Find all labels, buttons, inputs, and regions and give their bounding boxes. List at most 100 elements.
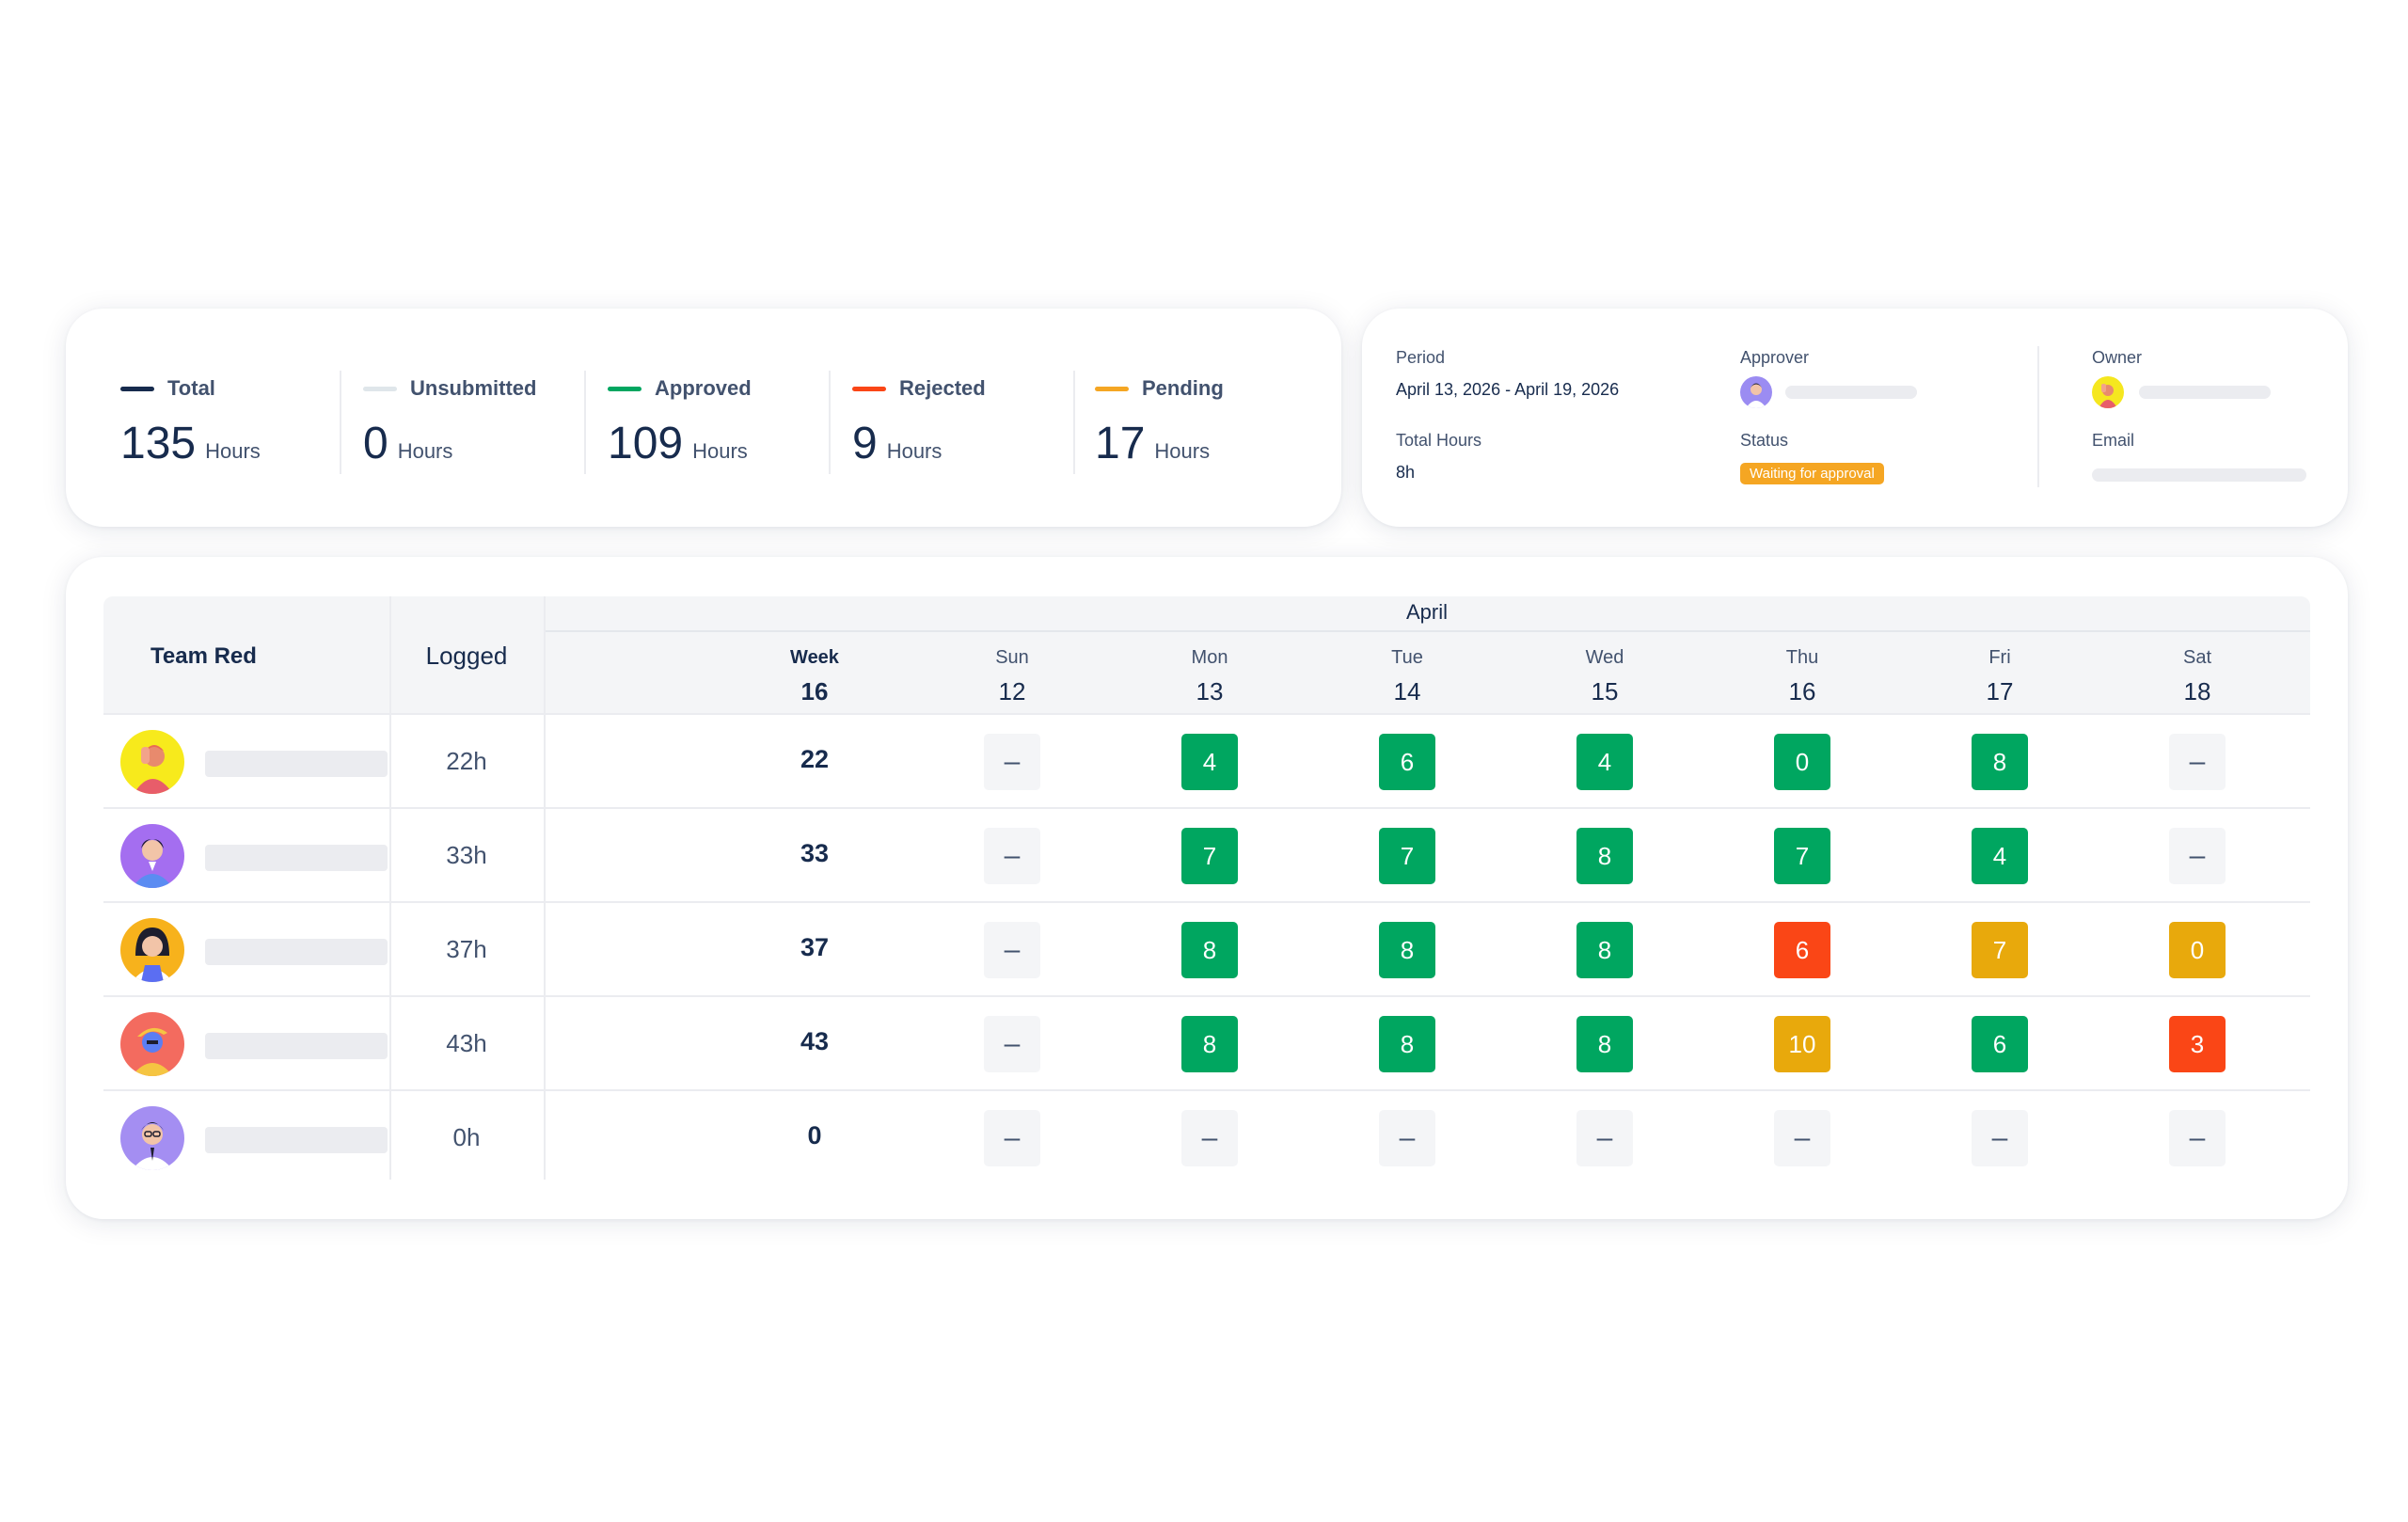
- day-num-sun: 12: [998, 677, 1026, 706]
- user-avatar[interactable]: [120, 918, 184, 982]
- owner-avatar[interactable]: [2092, 376, 2124, 408]
- day-cell-thu[interactable]: 10: [1774, 1016, 1830, 1072]
- stat-rejected-value: 9: [852, 419, 878, 468]
- day-cell-fri[interactable]: 6: [1972, 1016, 2028, 1072]
- day-cell-mon[interactable]: 4: [1181, 734, 1238, 790]
- stat-approved-unit: Hours: [692, 439, 748, 463]
- day-cell-tue[interactable]: 8: [1379, 1016, 1435, 1072]
- day-cell-wed[interactable]: 8: [1576, 922, 1633, 978]
- day-cell-mon[interactable]: 8: [1181, 1016, 1238, 1072]
- detail-divider: [2037, 346, 2039, 487]
- day-cell-wed[interactable]: 4: [1576, 734, 1633, 790]
- day-cell-sat[interactable]: –: [2169, 1110, 2226, 1166]
- status-label: Status: [1740, 431, 1789, 450]
- approver-avatar[interactable]: [1740, 376, 1772, 408]
- person-icon: [134, 745, 173, 794]
- stat-total-label: Total: [167, 376, 215, 400]
- user-avatar[interactable]: [120, 1106, 184, 1170]
- stat-pending: Pending 17 Hours: [1095, 373, 1224, 469]
- day-cell-tue[interactable]: 7: [1379, 828, 1435, 884]
- day-cell-sat[interactable]: 0: [2169, 922, 2226, 978]
- table-row[interactable]: 33h 33 – 7 7 8 7 4 –: [103, 809, 2310, 903]
- day-cell-sun[interactable]: –: [984, 922, 1040, 978]
- day-cell-thu[interactable]: 6: [1774, 922, 1830, 978]
- day-cell-sat[interactable]: –: [2169, 828, 2226, 884]
- table-row[interactable]: 37h 37 – 8 8 8 6 7 0: [103, 903, 2310, 997]
- day-name-sun: Sun: [995, 647, 1029, 668]
- day-num-tue: 14: [1393, 677, 1421, 706]
- stat-total: Total 135 Hours: [120, 373, 261, 469]
- day-cell-fri[interactable]: 4: [1972, 828, 2028, 884]
- total-hours-label: Total Hours: [1396, 431, 1482, 450]
- stat-divider: [1073, 371, 1075, 474]
- stat-total-value: 135: [120, 419, 197, 468]
- user-name-placeholder: [205, 1127, 388, 1153]
- day-cell-wed[interactable]: –: [1576, 1110, 1633, 1166]
- person-icon: [132, 1122, 173, 1170]
- user-name-placeholder: [205, 1033, 388, 1059]
- day-num-mon: 13: [1196, 677, 1224, 706]
- day-num-sat: 18: [2183, 677, 2211, 706]
- hours-summary-card: Total 135 Hours Unsubmitted 0 Hours Approv…: [66, 309, 1341, 527]
- user-avatar[interactable]: [120, 824, 184, 888]
- day-cell-sun[interactable]: –: [984, 828, 1040, 884]
- period-value: April 13, 2026 - April 19, 2026: [1396, 380, 1620, 399]
- week-total: 43: [800, 1027, 830, 1055]
- day-name-fri: Fri: [1988, 647, 2011, 668]
- user-avatar[interactable]: [120, 1012, 184, 1076]
- day-cell-sun[interactable]: –: [984, 1110, 1040, 1166]
- stat-divider: [829, 371, 831, 474]
- email-label: Email: [2092, 431, 2135, 450]
- day-cell-fri[interactable]: –: [1972, 1110, 2028, 1166]
- stat-unsubmitted: Unsubmitted 0 Hours: [363, 373, 536, 469]
- stat-approved: Approved 109 Hours: [608, 373, 752, 469]
- day-cell-thu[interactable]: –: [1774, 1110, 1830, 1166]
- week-total: 37: [800, 933, 830, 961]
- day-cell-sun[interactable]: –: [984, 1016, 1040, 1072]
- day-name-tue: Tue: [1391, 647, 1423, 668]
- week-total: 22: [800, 745, 830, 773]
- total-hours-value: 8h: [1396, 463, 1416, 482]
- logged-hours: 37h: [446, 935, 487, 963]
- day-num-wed: 15: [1591, 677, 1619, 706]
- day-cell-mon[interactable]: 8: [1181, 922, 1238, 978]
- day-cell-sat[interactable]: –: [2169, 734, 2226, 790]
- day-name-mon: Mon: [1191, 647, 1228, 668]
- day-cell-wed[interactable]: 8: [1576, 1016, 1633, 1072]
- table-row[interactable]: 22h 22 – 4 6 4 0 8 –: [103, 715, 2310, 809]
- approver-label: Approver: [1740, 348, 1810, 367]
- table-row[interactable]: 43h 43 – 8 8 8 10 6 3: [103, 997, 2310, 1091]
- day-cell-fri[interactable]: 7: [1972, 922, 2028, 978]
- day-num-thu: 16: [1788, 677, 1816, 706]
- day-cell-tue[interactable]: –: [1379, 1110, 1435, 1166]
- month-divider: [544, 630, 2310, 632]
- day-cell-wed[interactable]: 8: [1576, 828, 1633, 884]
- user-name-placeholder: [205, 751, 388, 777]
- week-label: Week: [790, 647, 839, 668]
- unsubmitted-legend-line: [363, 386, 397, 391]
- table-row[interactable]: 0h 0 – – – – – – –: [103, 1091, 2310, 1185]
- day-cell-mon[interactable]: 7: [1181, 828, 1238, 884]
- stat-approved-label: Approved: [655, 376, 752, 400]
- logged-header: Logged: [425, 642, 508, 670]
- day-cell-sat[interactable]: 3: [2169, 1016, 2226, 1072]
- day-cell-thu[interactable]: 7: [1774, 828, 1830, 884]
- day-cell-mon[interactable]: –: [1181, 1110, 1238, 1166]
- person-icon: [132, 839, 173, 888]
- week-total: 33: [800, 839, 830, 867]
- timesheet-details-card: Period April 13, 2026 - April 19, 2026 T…: [1362, 309, 2348, 527]
- stat-unsubmitted-label: Unsubmitted: [410, 376, 537, 400]
- day-cell-tue[interactable]: 6: [1379, 734, 1435, 790]
- day-cell-sun[interactable]: –: [984, 734, 1040, 790]
- day-cell-fri[interactable]: 8: [1972, 734, 2028, 790]
- user-name-placeholder: [205, 939, 388, 965]
- user-name-placeholder: [205, 845, 388, 871]
- day-cell-thu[interactable]: 0: [1774, 734, 1830, 790]
- stat-total-unit: Hours: [205, 439, 261, 463]
- stat-rejected-label: Rejected: [899, 376, 986, 400]
- day-cell-tue[interactable]: 8: [1379, 922, 1435, 978]
- approver-name-placeholder: [1785, 386, 1917, 399]
- month-label: April: [1405, 600, 1448, 624]
- user-avatar[interactable]: [120, 730, 184, 794]
- owner-name-placeholder: [2139, 386, 2271, 399]
